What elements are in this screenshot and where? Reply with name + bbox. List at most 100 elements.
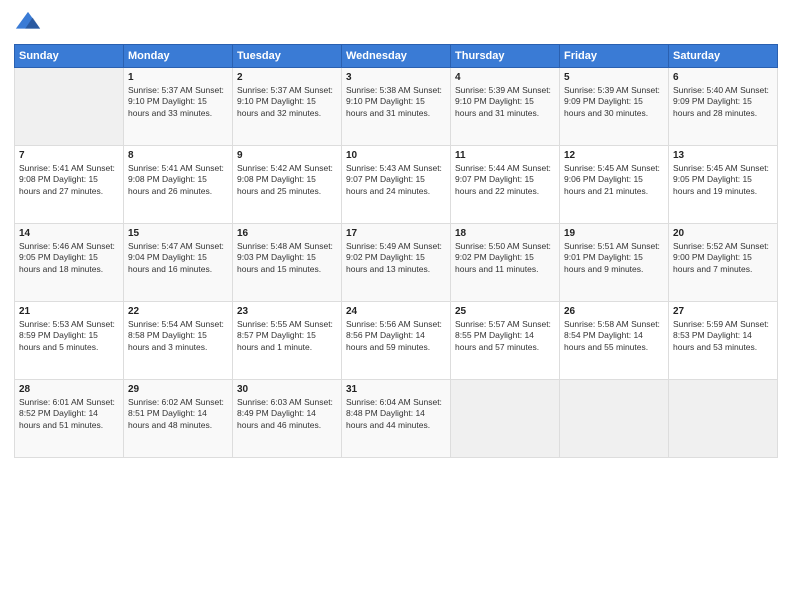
day-number: 6 — [673, 72, 773, 83]
calendar-cell: 16 Sunrise: 5:48 AM Sunset: 9:03 PM Dayli… — [233, 224, 342, 302]
day-number: 22 — [128, 306, 228, 317]
day-number: 12 — [564, 150, 664, 161]
day-info: Sunrise: 5:37 AM Sunset: 9:10 PM Dayligh… — [128, 85, 228, 119]
day-info: Sunrise: 5:50 AM Sunset: 9:02 PM Dayligh… — [455, 241, 555, 275]
logo — [14, 10, 46, 38]
calendar-cell: 17Sunrise: 5:49 AM Sunset: 9:02 PM Dayli… — [342, 224, 451, 302]
day-info: Sunrise: 6:04 AM Sunset: 8:48 PM Dayligh… — [346, 397, 446, 431]
week-row-3: 14 Sunrise: 5:46 AM Sunset: 9:05 PM Dayli… — [15, 224, 778, 302]
day-number: 1 — [128, 72, 228, 83]
day-number: 20 — [673, 228, 773, 239]
calendar-cell: 3Sunrise: 5:38 AM Sunset: 9:10 PM Daylig… — [342, 68, 451, 146]
calendar-cell: 8 Sunrise: 5:41 AM Sunset: 9:08 PM Daylig… — [124, 146, 233, 224]
day-number: 13 — [673, 150, 773, 161]
day-info: Sunrise: 5:39 AM Sunset: 9:10 PM Dayligh… — [455, 85, 555, 119]
day-number: 31 — [346, 384, 446, 395]
week-row-2: 7 Sunrise: 5:41 AM Sunset: 9:08 PM Daylig… — [15, 146, 778, 224]
day-info: Sunrise: 5:47 AM Sunset: 9:04 PM Dayligh… — [128, 241, 228, 275]
day-number: 8 — [128, 150, 228, 161]
calendar-cell: 20 Sunrise: 5:52 AM Sunset: 9:00 PM Dayli… — [669, 224, 778, 302]
calendar-cell: 29 Sunrise: 6:02 AM Sunset: 8:51 PM Dayli… — [124, 380, 233, 458]
col-header-tuesday: Tuesday — [233, 45, 342, 68]
calendar-cell: 21 Sunrise: 5:53 AM Sunset: 8:59 PM Dayli… — [15, 302, 124, 380]
day-info: Sunrise: 5:56 AM Sunset: 8:56 PM Dayligh… — [346, 319, 446, 353]
col-header-sunday: Sunday — [15, 45, 124, 68]
day-info: Sunrise: 5:55 AM Sunset: 8:57 PM Dayligh… — [237, 319, 337, 353]
calendar-cell — [15, 68, 124, 146]
day-info: Sunrise: 5:52 AM Sunset: 9:00 PM Dayligh… — [673, 241, 773, 275]
week-row-4: 21 Sunrise: 5:53 AM Sunset: 8:59 PM Dayli… — [15, 302, 778, 380]
calendar-cell: 6Sunrise: 5:40 AM Sunset: 9:09 PM Daylig… — [669, 68, 778, 146]
calendar-cell: 27 Sunrise: 5:59 AM Sunset: 8:53 PM Dayli… — [669, 302, 778, 380]
day-info: Sunrise: 5:48 AM Sunset: 9:03 PM Dayligh… — [237, 241, 337, 275]
day-info: Sunrise: 6:02 AM Sunset: 8:51 PM Dayligh… — [128, 397, 228, 431]
calendar-cell: 10 Sunrise: 5:43 AM Sunset: 9:07 PM Dayli… — [342, 146, 451, 224]
day-info: Sunrise: 5:45 AM Sunset: 9:05 PM Dayligh… — [673, 163, 773, 197]
calendar-cell: 25Sunrise: 5:57 AM Sunset: 8:55 PM Dayli… — [451, 302, 560, 380]
day-number: 27 — [673, 306, 773, 317]
day-number: 10 — [346, 150, 446, 161]
day-number: 21 — [19, 306, 119, 317]
day-number: 23 — [237, 306, 337, 317]
day-number: 29 — [128, 384, 228, 395]
page-header — [14, 10, 778, 38]
day-number: 7 — [19, 150, 119, 161]
calendar-cell: 1 Sunrise: 5:37 AM Sunset: 9:10 PM Daylig… — [124, 68, 233, 146]
day-number: 15 — [128, 228, 228, 239]
calendar-cell: 30Sunrise: 6:03 AM Sunset: 8:49 PM Dayli… — [233, 380, 342, 458]
day-number: 25 — [455, 306, 555, 317]
day-number: 18 — [455, 228, 555, 239]
calendar-cell: 19Sunrise: 5:51 AM Sunset: 9:01 PM Dayli… — [560, 224, 669, 302]
calendar-cell: 14 Sunrise: 5:46 AM Sunset: 9:05 PM Dayli… — [15, 224, 124, 302]
day-number: 2 — [237, 72, 337, 83]
day-info: Sunrise: 5:54 AM Sunset: 8:58 PM Dayligh… — [128, 319, 228, 353]
week-row-1: 1 Sunrise: 5:37 AM Sunset: 9:10 PM Daylig… — [15, 68, 778, 146]
calendar-cell: 7 Sunrise: 5:41 AM Sunset: 9:08 PM Daylig… — [15, 146, 124, 224]
calendar-cell: 11Sunrise: 5:44 AM Sunset: 9:07 PM Dayli… — [451, 146, 560, 224]
calendar-cell: 4 Sunrise: 5:39 AM Sunset: 9:10 PM Daylig… — [451, 68, 560, 146]
day-number: 17 — [346, 228, 446, 239]
calendar-cell: 26 Sunrise: 5:58 AM Sunset: 8:54 PM Dayli… — [560, 302, 669, 380]
calendar-cell: 18 Sunrise: 5:50 AM Sunset: 9:02 PM Dayli… — [451, 224, 560, 302]
day-info: Sunrise: 5:41 AM Sunset: 9:08 PM Dayligh… — [128, 163, 228, 197]
col-header-wednesday: Wednesday — [342, 45, 451, 68]
day-info: Sunrise: 5:43 AM Sunset: 9:07 PM Dayligh… — [346, 163, 446, 197]
col-header-saturday: Saturday — [669, 45, 778, 68]
day-info: Sunrise: 5:58 AM Sunset: 8:54 PM Dayligh… — [564, 319, 664, 353]
calendar-cell — [560, 380, 669, 458]
day-number: 26 — [564, 306, 664, 317]
calendar-cell: 12 Sunrise: 5:45 AM Sunset: 9:06 PM Dayli… — [560, 146, 669, 224]
day-info: Sunrise: 5:59 AM Sunset: 8:53 PM Dayligh… — [673, 319, 773, 353]
day-info: Sunrise: 5:41 AM Sunset: 9:08 PM Dayligh… — [19, 163, 119, 197]
day-info: Sunrise: 5:51 AM Sunset: 9:01 PM Dayligh… — [564, 241, 664, 275]
col-header-monday: Monday — [124, 45, 233, 68]
day-number: 24 — [346, 306, 446, 317]
day-info: Sunrise: 5:42 AM Sunset: 9:08 PM Dayligh… — [237, 163, 337, 197]
calendar-cell: 31 Sunrise: 6:04 AM Sunset: 8:48 PM Dayli… — [342, 380, 451, 458]
calendar-cell: 2 Sunrise: 5:37 AM Sunset: 9:10 PM Daylig… — [233, 68, 342, 146]
day-info: Sunrise: 5:46 AM Sunset: 9:05 PM Dayligh… — [19, 241, 119, 275]
day-info: Sunrise: 5:44 AM Sunset: 9:07 PM Dayligh… — [455, 163, 555, 197]
day-number: 28 — [19, 384, 119, 395]
day-number: 30 — [237, 384, 337, 395]
calendar-cell — [669, 380, 778, 458]
day-number: 14 — [19, 228, 119, 239]
calendar-cell: 15 Sunrise: 5:47 AM Sunset: 9:04 PM Dayli… — [124, 224, 233, 302]
day-info: Sunrise: 5:45 AM Sunset: 9:06 PM Dayligh… — [564, 163, 664, 197]
calendar-cell: 23 Sunrise: 5:55 AM Sunset: 8:57 PM Dayli… — [233, 302, 342, 380]
day-number: 3 — [346, 72, 446, 83]
day-info: Sunrise: 5:53 AM Sunset: 8:59 PM Dayligh… — [19, 319, 119, 353]
calendar-cell: 28Sunrise: 6:01 AM Sunset: 8:52 PM Dayli… — [15, 380, 124, 458]
calendar-cell: 9 Sunrise: 5:42 AM Sunset: 9:08 PM Daylig… — [233, 146, 342, 224]
calendar-cell — [451, 380, 560, 458]
day-info: Sunrise: 5:39 AM Sunset: 9:09 PM Dayligh… — [564, 85, 664, 119]
col-header-thursday: Thursday — [451, 45, 560, 68]
calendar-cell: 24 Sunrise: 5:56 AM Sunset: 8:56 PM Dayli… — [342, 302, 451, 380]
calendar-cell: 22 Sunrise: 5:54 AM Sunset: 8:58 PM Dayli… — [124, 302, 233, 380]
col-header-friday: Friday — [560, 45, 669, 68]
logo-icon — [14, 10, 42, 38]
day-number: 16 — [237, 228, 337, 239]
day-number: 9 — [237, 150, 337, 161]
day-info: Sunrise: 5:37 AM Sunset: 9:10 PM Dayligh… — [237, 85, 337, 119]
day-number: 4 — [455, 72, 555, 83]
